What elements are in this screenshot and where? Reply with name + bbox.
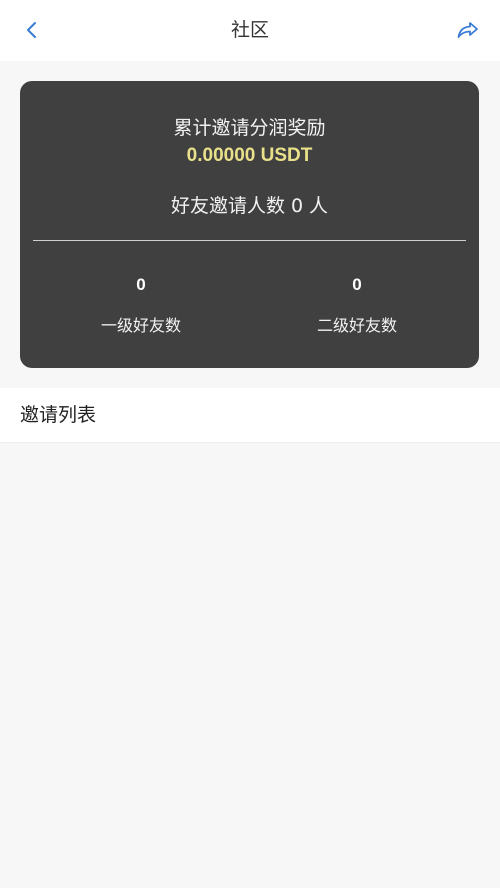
invite-list-title: 邀请列表 <box>20 404 97 426</box>
community-page: 社区 累计邀请分润奖励 0.00000 USDT 好友邀请人数 0 人 0 一级好友… <box>0 0 500 888</box>
invite-count-label: 好友邀请人数 <box>170 195 285 217</box>
invite-count-unit: 人 <box>309 195 329 217</box>
top-nav-bar: 社区 <box>0 0 500 61</box>
level1-friends-label: 一级好友数 <box>100 316 181 335</box>
level2-friends-count: 0 <box>352 275 362 294</box>
reward-value: 0.00000 USDT <box>186 145 313 166</box>
level1-friends-stat: 0 一级好友数 <box>66 273 216 336</box>
level2-friends-label: 二级好友数 <box>316 316 397 335</box>
share-button[interactable] <box>454 16 482 44</box>
invite-list-header: 邀请列表 <box>0 388 500 443</box>
invite-count-value: 0 <box>290 195 304 217</box>
card-divider <box>33 240 466 241</box>
reward-label: 累计邀请分润奖励 <box>173 117 326 139</box>
invite-list <box>0 443 500 888</box>
invite-count-row: 好友邀请人数 0 人 <box>20 191 479 218</box>
page-title: 社区 <box>230 19 269 41</box>
share-icon <box>457 22 478 38</box>
level2-friends-stat: 0 二级好友数 <box>282 273 432 336</box>
level1-friends-count: 0 <box>136 275 146 294</box>
back-button[interactable] <box>18 16 46 44</box>
chevron-left-icon <box>27 22 36 38</box>
invite-summary-card: 累计邀请分润奖励 0.00000 USDT 好友邀请人数 0 人 0 一级好友数 0… <box>20 81 479 368</box>
